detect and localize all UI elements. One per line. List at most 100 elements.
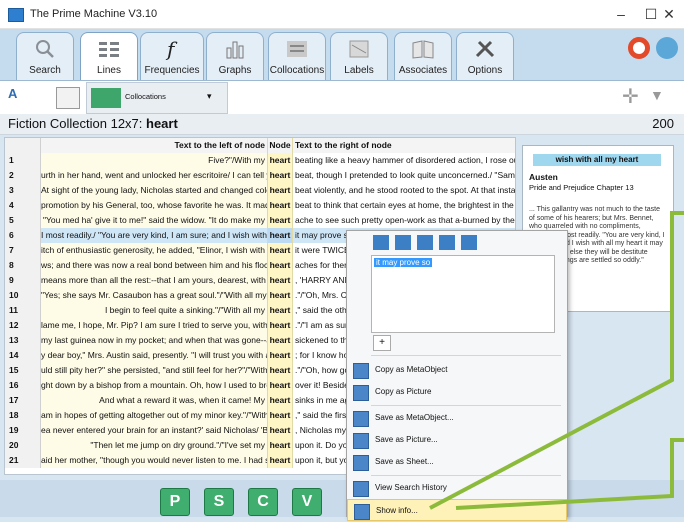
format-icon[interactable] <box>373 235 389 250</box>
history-icon <box>353 481 369 497</box>
settings-icon[interactable] <box>56 87 80 109</box>
close-button[interactable]: ✕ <box>654 4 684 24</box>
menu-item-show-info[interactable]: Show info... <box>347 499 567 521</box>
selected-text: it may prove so <box>374 258 433 267</box>
header-node[interactable]: Node <box>267 138 293 153</box>
node-word: heart <box>267 423 293 438</box>
heading-bar: Fiction Collection 12x7: heart 200 <box>0 114 684 135</box>
collection-heading: Fiction Collection 12x7: heart <box>8 116 178 131</box>
right-context: beat violently, and he stood rooted to t… <box>293 183 515 198</box>
left-context: ws; and there was now a real bond betwee… <box>41 258 267 273</box>
table-row[interactable]: 5 "You med ha' give it to me!" said the w… <box>5 213 515 228</box>
tab-graphs[interactable]: Graphs <box>206 32 264 80</box>
node-word: heart <box>267 198 293 213</box>
left-context: am in hopes of getting altogether out of… <box>41 408 267 423</box>
left-context: Five?"/With my <box>41 153 267 168</box>
node-word: heart <box>267 348 293 363</box>
tab-frequencies[interactable]: f Frequencies <box>140 32 204 80</box>
header-left[interactable]: Text to the left of node <box>41 138 267 153</box>
right-context: ache to see such pretty open-work as tha… <box>293 213 515 228</box>
left-context: I most readily./ "You are very kind, I a… <box>41 228 267 243</box>
tab-search[interactable]: Search <box>16 32 74 80</box>
menu-item-label: Save as Sheet... <box>375 457 434 466</box>
bottom-button-s[interactable]: S <box>204 488 234 516</box>
row-number: 16 <box>5 378 41 393</box>
tab-options[interactable]: Options <box>456 32 514 80</box>
context-author: Austen <box>529 172 558 182</box>
node-word: heart <box>267 318 293 333</box>
menu-item-label: View Search History <box>375 483 447 492</box>
menu-item-view-search-history[interactable]: View Search History <box>347 477 567 499</box>
sort-arrows-icon <box>91 88 121 108</box>
filter-icon[interactable]: ▼ <box>650 87 672 107</box>
context-title: wish with all my heart <box>533 154 661 166</box>
context-menu: it may prove so + Copy as MetaObject Copy… <box>346 230 568 521</box>
bottom-button-v[interactable]: V <box>292 488 322 516</box>
bottom-button-c[interactable]: C <box>248 488 278 516</box>
tab-collocations[interactable]: Collocations <box>268 32 326 80</box>
globe-icon[interactable] <box>656 37 678 59</box>
left-context: ea never entered your brain for an insta… <box>41 423 267 438</box>
add-icon[interactable]: ✛ <box>622 87 642 107</box>
node-word: heart <box>267 333 293 348</box>
row-number: 6 <box>5 228 41 243</box>
menu-separator <box>371 475 561 476</box>
menu-item-save-as-metaobject[interactable]: Save as MetaObject... <box>347 407 567 429</box>
app-icon <box>8 8 24 22</box>
row-number: 13 <box>5 333 41 348</box>
tab-associates[interactable]: Associates <box>394 32 452 80</box>
menu-item-label: Show info... <box>376 506 418 515</box>
node-word: heart <box>267 183 293 198</box>
tab-labels[interactable]: Labels <box>330 32 388 80</box>
row-number: 1 <box>5 153 41 168</box>
copy-metaobject-icon <box>353 363 369 379</box>
menu-item-label: Save as Picture... <box>375 435 438 444</box>
row-number: 10 <box>5 288 41 303</box>
table-header: Text to the left of node Node Text to th… <box>5 138 515 153</box>
row-number: 18 <box>5 408 41 423</box>
left-context: ght down by a bishop from a mountain. Oh… <box>41 378 267 393</box>
node-word: heart <box>267 243 293 258</box>
menu-item-copy-as-picture[interactable]: Copy as Picture <box>347 381 567 403</box>
format-icon[interactable] <box>395 235 411 250</box>
left-context: promotion by his General, too, whose fav… <box>41 198 267 213</box>
title-bar: The Prime Machine V3.10 – ☐ ✕ <box>0 0 684 29</box>
node-word: heart <box>267 408 293 423</box>
menu-item-save-as-picture[interactable]: Save as Picture... <box>347 429 567 451</box>
tab-label: Frequencies <box>144 65 200 76</box>
font-size-icon[interactable]: A <box>8 86 30 108</box>
row-number: 17 <box>5 393 41 408</box>
tab-label: Options <box>467 65 503 76</box>
selected-text-box[interactable]: it may prove so <box>371 255 555 333</box>
tab-lines[interactable]: Lines <box>80 32 138 82</box>
minimize-button[interactable]: – <box>606 4 636 24</box>
help-lifebuoy-icon[interactable] <box>628 37 650 59</box>
add-button[interactable]: + <box>373 335 391 351</box>
table-row[interactable]: 1 Five?"/With my heart beating like a heavy… <box>5 153 515 168</box>
table-row[interactable]: 3 At sight of the young lady, Nicholas st… <box>5 183 515 198</box>
toolbar: A Collocations ▾ ✛ ▼ <box>0 80 684 115</box>
format-icon[interactable] <box>417 235 433 250</box>
menu-item-copy-as-metaobject[interactable]: Copy as MetaObject <box>347 359 567 381</box>
left-context: uld still pity her?" she persisted, "and… <box>41 363 267 378</box>
save-picture-icon <box>353 433 369 449</box>
format-icon[interactable] <box>461 235 477 250</box>
magnifier-icon <box>36 40 54 58</box>
table-row[interactable]: 2 urth in her hand, went and unlocked her… <box>5 168 515 183</box>
node-word: heart <box>267 363 293 378</box>
table-row[interactable]: 4 promotion by his General, too, whose fa… <box>5 198 515 213</box>
labels-icon <box>349 40 369 58</box>
left-context: At sight of the young lady, Nicholas sta… <box>41 183 267 198</box>
row-number: 4 <box>5 198 41 213</box>
right-context: beat, though I pretended to look quite u… <box>293 168 515 183</box>
bottom-button-p[interactable]: P <box>160 488 190 516</box>
node-word: heart <box>267 303 293 318</box>
tab-label: Associates <box>398 65 448 76</box>
collocations-dropdown[interactable]: Collocations ▾ <box>86 82 228 114</box>
bottom-bar <box>0 480 684 517</box>
left-context: lame me, I hope, Mr. Pip? I am sure I tr… <box>41 318 267 333</box>
menu-item-save-as-sheet[interactable]: Save as Sheet... <box>347 451 567 473</box>
tab-label: Collocations <box>269 65 325 76</box>
format-icon[interactable] <box>439 235 455 250</box>
header-right[interactable]: Text to the right of node <box>293 138 515 153</box>
